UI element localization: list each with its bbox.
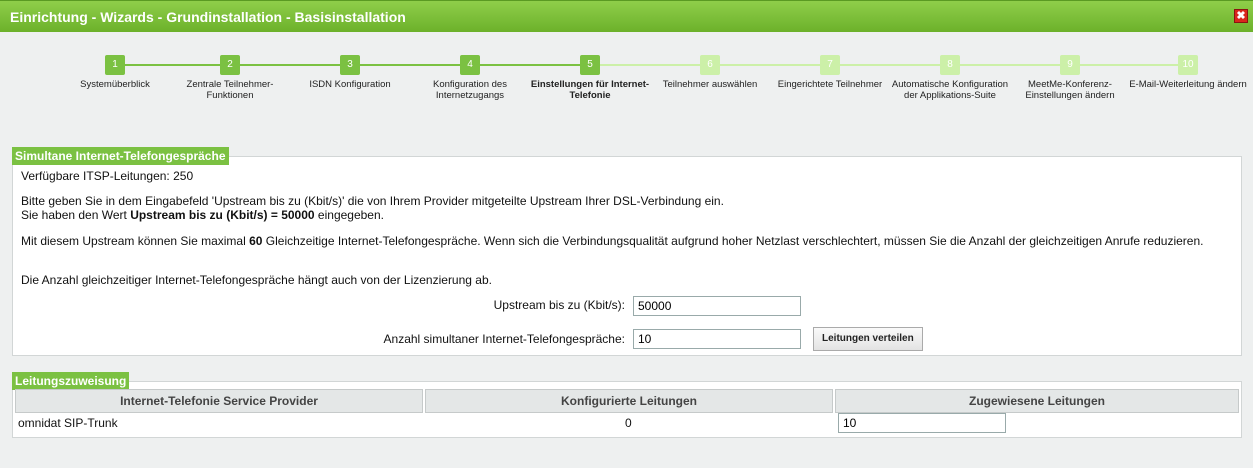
step-number: 9 [1060,55,1080,75]
wizard-step-5[interactable]: 5 Einstellungen für Internet-Telefonie [530,54,650,101]
step-number: 1 [105,55,125,75]
step-label: E-Mail-Weiterleitung ändern [1129,79,1247,90]
wizard-step-8[interactable]: 8 Automatische Konfiguration der Applika… [890,54,1010,101]
step-label: Systemüberblick [80,79,150,90]
column-header-provider: Internet-Telefonie Service Provider [15,389,423,413]
max-calls-suffix: Gleichzeitige Internet-Telefongespräche.… [262,234,1204,248]
section-legend: Leitungszuweisung [12,372,130,390]
wizard-steps: 1 Systemüberblick 2 Zentrale Teilnehmer-… [0,40,1253,140]
line-assignment-section: Leitungszuweisung Internet-Telefonie Ser… [12,372,1242,438]
max-calls-number: 60 [249,234,263,248]
step-label: Einstellungen für Internet-Telefonie [530,79,650,101]
entered-value-prefix: Sie haben den Wert [21,208,131,222]
step-number: 2 [220,55,240,75]
simultaneous-count-input[interactable] [633,329,801,349]
simultaneous-calls-section: Simultane Internet-Telefongespräche Verf… [12,147,1242,356]
wizard-step-3[interactable]: 3 ISDN Konfiguration [290,54,410,90]
distribute-lines-button[interactable]: Leitungen verteilen [813,327,923,351]
step-label: Eingerichtete Teilnehmer [777,79,883,90]
upstream-hint-text: Bitte geben Sie in dem Eingabefeld 'Upst… [21,194,724,208]
step-label: Konfiguration des Internetzugangs [433,79,507,101]
wizard-step-7[interactable]: 7 Eingerichtete Teilnehmer [770,54,890,90]
step-number: 7 [820,55,840,75]
step-label: MeetMe-Konferenz-Einstellungen ändern [1025,79,1115,101]
wizard-step-2[interactable]: 2 Zentrale Teilnehmer-Funktionen [170,54,290,101]
step-label: Teilnehmer auswählen [662,79,758,90]
wizard-step-4[interactable]: 4 Konfiguration des Internetzugangs [410,54,530,101]
configured-lines-value: 0 [625,416,632,430]
upstream-input[interactable] [633,296,801,316]
step-number: 6 [700,55,720,75]
step-number: 4 [460,55,480,75]
window-title: Einrichtung - Wizards - Grundinstallatio… [10,9,406,25]
step-label: Automatische Konfiguration der Applikati… [891,79,1009,101]
license-note-text: Die Anzahl gleichzeitiger Internet-Telef… [21,273,492,287]
simultaneous-count-label: Anzahl simultaner Internet-Telefongesprä… [383,332,625,346]
step-number: 3 [340,55,360,75]
step-label: ISDN Konfiguration [309,79,391,90]
available-lines-text: Verfügbare ITSP-Leitungen: 250 [21,169,194,183]
column-header-configured: Konfigurierte Leitungen [425,389,833,413]
upstream-label: Upstream bis zu (Kbit/s): [493,298,625,312]
provider-name: omnidat SIP-Trunk [18,416,118,430]
step-number: 5 [580,55,600,75]
entered-value-text: Sie haben den Wert Upstream bis zu (Kbit… [21,208,1231,222]
entered-value-bold: Upstream bis zu (Kbit/s) = 50000 [130,208,315,222]
title-bar: Einrichtung - Wizards - Grundinstallatio… [0,0,1253,32]
step-label: Zentrale Teilnehmer-Funktionen [186,79,274,101]
wizard-step-6[interactable]: 6 Teilnehmer auswählen [650,54,770,90]
wizard-step-9[interactable]: 9 MeetMe-Konferenz-Einstellungen ändern [1010,54,1130,101]
close-icon[interactable]: ✖ [1234,9,1248,23]
step-number: 8 [940,55,960,75]
wizard-step-1[interactable]: 1 Systemüberblick [55,54,175,90]
wizard-step-10[interactable]: 10 E-Mail-Weiterleitung ändern [1128,54,1248,90]
assigned-lines-input[interactable] [838,413,1006,433]
entered-value-suffix: eingegeben. [314,208,384,222]
max-calls-text: Mit diesem Upstream können Sie maximal 6… [21,234,1231,248]
section-legend: Simultane Internet-Telefongespräche [12,147,229,165]
step-number: 10 [1178,55,1198,75]
max-calls-prefix: Mit diesem Upstream können Sie maximal [21,234,250,248]
column-header-assigned: Zugewiesene Leitungen [835,389,1239,413]
